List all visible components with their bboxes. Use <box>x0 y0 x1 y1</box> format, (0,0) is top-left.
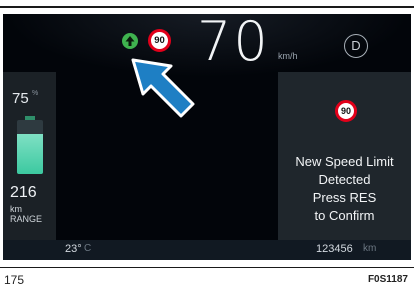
speed-limit-popup: 90 New Speed Limit Detected Press RES to… <box>278 72 411 240</box>
battery-percent-unit: % <box>32 90 39 97</box>
speed-value: 70 <box>197 14 270 73</box>
status-bar: 23° C 123456 km <box>3 240 411 260</box>
temperature-value: 23° <box>65 243 82 255</box>
page-number: 175 <box>4 273 25 287</box>
popup-speed-limit-sign-icon: 90 <box>335 100 357 122</box>
acc-speed-icon <box>122 33 138 49</box>
range-value: 216 <box>10 184 37 201</box>
range-unit: km <box>10 204 22 214</box>
odometer-unit: km <box>363 243 377 254</box>
bottom-rule <box>0 267 414 268</box>
callout-arrow-icon <box>131 58 195 118</box>
odometer-value: 123456 <box>316 243 353 255</box>
top-rule <box>0 6 414 8</box>
battery-percent-value: 75 <box>12 90 29 107</box>
gear-indicator: D <box>344 34 368 58</box>
speedometer-readout: 70 km/h <box>197 14 327 73</box>
battery-icon <box>17 120 43 174</box>
speed-unit: km/h <box>278 51 298 61</box>
range-label: RANGE <box>10 214 43 224</box>
figure-id: F0S1187 <box>367 274 408 285</box>
instrument-cluster-display: 90 70 km/h D 75 % 216 km RANGE 90 New Sp… <box>3 14 411 260</box>
speed-limit-sign-icon: 90 <box>148 29 171 52</box>
popup-line: New Speed Limit <box>295 154 394 169</box>
battery-level-fill <box>17 133 43 174</box>
temperature-unit: C <box>84 243 92 254</box>
popup-line: to Confirm <box>314 208 375 223</box>
popup-line: Detected <box>318 172 371 187</box>
battery-panel: 75 % 216 km RANGE <box>3 72 56 240</box>
popup-line: Press RES <box>312 190 377 205</box>
